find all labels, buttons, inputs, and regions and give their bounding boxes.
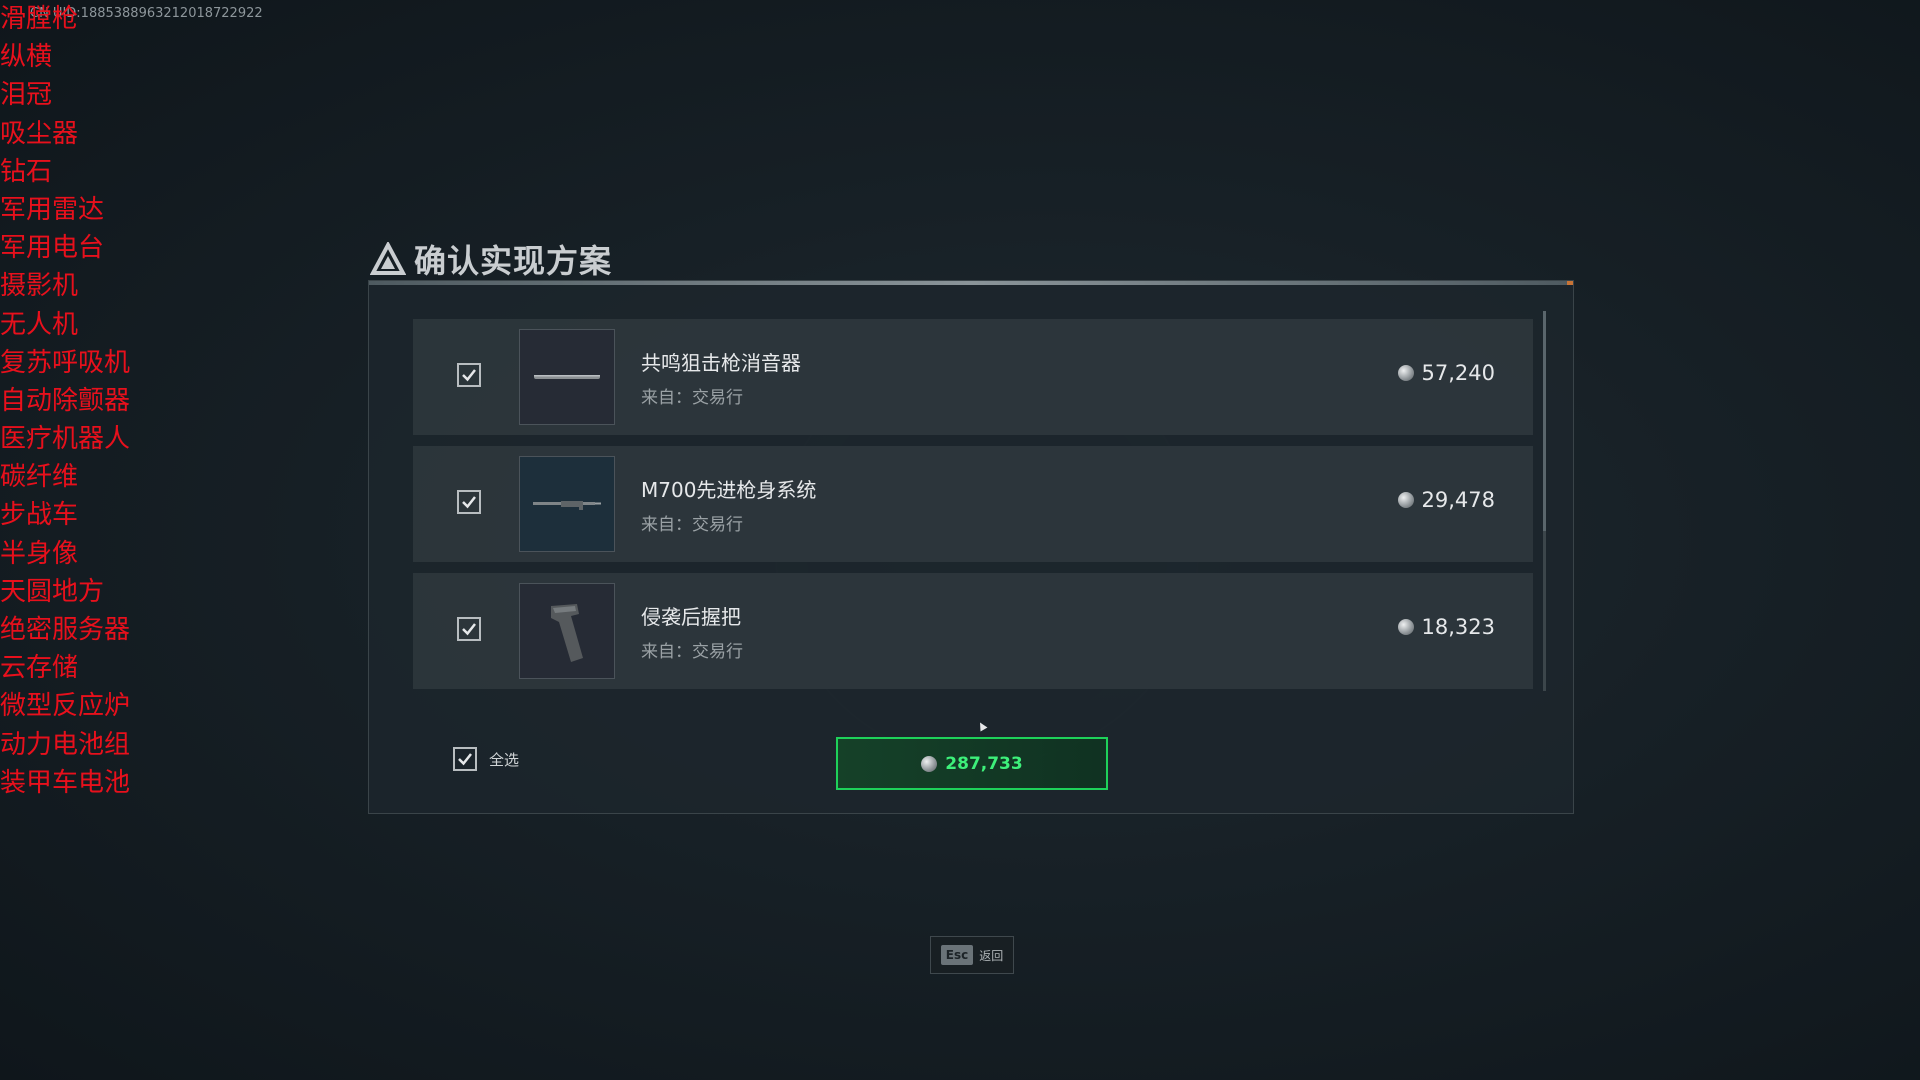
item-list: 共鸣狙击枪消音器 来自：交易行 57,240 M700先进枪身系统 来自：交易行…	[413, 319, 1533, 700]
confirm-purchase-button[interactable]: 287,733	[836, 737, 1108, 790]
item-source-label: 来自：	[641, 515, 692, 535]
item-source-label: 来自：	[641, 388, 692, 408]
item-source: 来自：交易行	[641, 637, 743, 662]
back-label: 返回	[979, 948, 1004, 963]
item-name: M700先进枪身系统	[641, 478, 817, 502]
overlay-item: 复苏呼吸机	[0, 347, 131, 378]
overlay-item: 纵横	[0, 42, 53, 73]
item-source: 来自：交易行	[641, 383, 743, 408]
coin-icon	[1397, 365, 1414, 381]
select-all-label: 全选	[489, 750, 520, 769]
item-checkbox[interactable]	[457, 363, 481, 387]
rifle-body-icon	[533, 501, 601, 510]
item-source-value: 交易行	[692, 388, 743, 408]
overlay-item: 绝密服务器	[0, 615, 131, 645]
overlay-item: 无人机	[0, 309, 79, 340]
overlay-item: 摄影机	[0, 271, 79, 302]
overlay-item: 医疗机器人	[0, 424, 131, 455]
dialog-top-bar	[369, 281, 1573, 285]
overlay-item: 钻石	[0, 156, 53, 187]
grip-icon	[551, 604, 583, 662]
overlay-item: 装甲车电池	[0, 767, 131, 798]
item-name: 共鸣狙击枪消音器	[641, 351, 801, 375]
overlay-item: 动力电池组	[0, 729, 131, 760]
item-source-value: 交易行	[692, 515, 743, 535]
item-price-value: 29,478	[1421, 488, 1495, 512]
total-price: 287,733	[945, 753, 1023, 774]
item-row[interactable]: M700先进枪身系统 来自：交易行 29,478	[413, 446, 1533, 562]
item-price-value: 18,323	[1421, 615, 1495, 639]
select-all[interactable]: 全选	[453, 747, 519, 771]
warning-triangle-icon	[370, 242, 406, 275]
overlay-item: 微型反应炉	[0, 691, 131, 722]
item-list-scrollbar[interactable]	[1543, 311, 1546, 691]
overlay-item: 步战车	[0, 500, 79, 531]
coin-icon	[1397, 492, 1414, 508]
item-name: 侵袭后握把	[641, 605, 741, 629]
checkmark-icon	[462, 369, 476, 382]
overlay-item-list: 滑膛枪 纵横 泪冠 吸尘器 钻石 军用雷达 军用电台 摄影机 无人机 复苏呼吸机…	[0, 0, 130, 802]
coin-icon	[1397, 619, 1414, 635]
overlay-item: 吸尘器	[0, 118, 79, 149]
overlay-item: 半身像	[0, 538, 79, 569]
item-thumbnail	[519, 456, 615, 552]
checkmark-icon	[458, 753, 472, 766]
overlay-item: 军用雷达	[0, 194, 105, 225]
item-checkbox[interactable]	[457, 617, 481, 641]
item-price-value: 57,240	[1421, 361, 1495, 385]
item-thumbnail	[519, 583, 615, 679]
item-source-label: 来自：	[641, 642, 692, 662]
overlay-item: 云存储	[0, 653, 79, 684]
dialog-title: 确认实现方案	[370, 236, 612, 282]
item-source: 来自：交易行	[641, 510, 743, 535]
item-row[interactable]: 共鸣狙击枪消音器 来自：交易行 57,240	[413, 319, 1533, 435]
item-thumbnail	[519, 329, 615, 425]
item-row[interactable]: 侵袭后握把 来自：交易行 18,323	[413, 573, 1533, 689]
item-source-value: 交易行	[692, 642, 743, 662]
suppressor-icon	[534, 375, 600, 379]
confirm-plan-dialog: 共鸣狙击枪消音器 来自：交易行 57,240 M700先进枪身系统 来自：交易行…	[368, 280, 1574, 814]
scrollbar-thumb[interactable]	[1543, 311, 1546, 531]
overlay-item: 滑膛枪	[0, 4, 79, 34]
overlay-item: 泪冠	[0, 80, 53, 111]
overlay-item: 军用电台	[0, 233, 105, 264]
coin-icon	[921, 755, 938, 772]
esc-key-icon: Esc	[940, 945, 974, 965]
checkmark-icon	[462, 623, 476, 636]
item-price: 57,240	[1397, 361, 1495, 385]
select-all-checkbox[interactable]	[453, 747, 477, 771]
overlay-item: 天圆地方	[0, 576, 105, 607]
back-button[interactable]: Esc 返回	[930, 936, 1014, 974]
item-price: 29,478	[1397, 488, 1495, 512]
item-checkbox[interactable]	[457, 490, 481, 514]
checkmark-icon	[462, 496, 476, 509]
dialog-title-text: 确认实现方案	[414, 242, 613, 280]
item-price: 18,323	[1397, 615, 1495, 639]
overlay-item: 自动除颤器	[0, 385, 131, 416]
overlay-item: 碳纤维	[0, 462, 79, 493]
